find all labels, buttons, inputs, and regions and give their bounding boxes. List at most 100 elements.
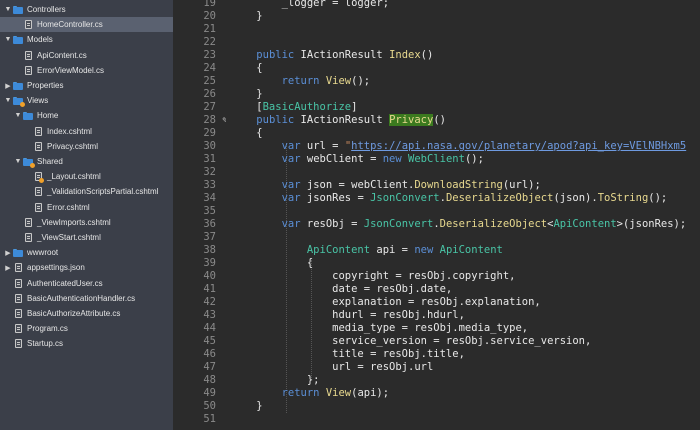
tree-item[interactable]: ApiContent.cs [0,48,173,63]
tree-item-label: BasicAuthenticationHandler.cs [27,293,136,303]
code-token: JsonConvert [363,218,434,230]
tree-item-label: wwwroot [27,248,59,258]
tree-item[interactable]: Program.cs [0,321,173,336]
code-line: return View(api); [231,387,390,400]
tree-item[interactable]: ▼ Controllers [0,2,173,17]
code-token: return [281,387,320,399]
code-token: Index [389,49,421,61]
file-icon [35,187,42,197]
line-number: 19 [203,0,216,9]
tree-item[interactable]: ▶ Properties [0,78,173,93]
tree-item-label: BasicAuthorizeAttribute.cs [27,309,121,318]
code-token: DeserializeObject [445,192,554,204]
code-line: service_version = resObj.service_version… [231,335,591,348]
code-line: public IActionResult Privacy() [231,114,446,127]
file-icon [15,278,22,288]
tree-item[interactable]: ErrorViewModel.cs [0,63,173,78]
line-number: 26 [203,88,216,100]
tree-item-label: Properties [27,81,64,90]
tree-item[interactable]: ▼ Shared [0,154,173,169]
tree-item-label: Program.cs [27,324,68,334]
code-line: var jsonRes = JsonConvert.DeserializeObj… [231,192,668,205]
tree-item[interactable]: _ViewStart.cshtml [0,230,173,245]
disclosure-collapsed-icon[interactable]: ▶ [4,82,12,90]
code-token: new [414,244,434,256]
tree-item[interactable]: Startup.cs [0,336,173,351]
tree-item[interactable]: ▶ appsettings.json [0,260,173,275]
tree-item[interactable]: BasicAuthorizeAttribute.cs [0,306,173,321]
tree-item[interactable]: Privacy.cshtml [0,139,173,154]
code-token: (); [464,153,484,165]
modified-badge-icon [39,178,44,184]
modified-badge-icon [20,101,25,107]
code-token: var [281,192,301,204]
tree-item[interactable]: ▼ Models [0,32,173,47]
tree-item[interactable]: ▼ Home [0,108,173,123]
code-line: var resObj = JsonConvert.DeserializeObje… [231,218,687,231]
code-token: IActionResult [294,49,390,61]
disclosure-expanded-icon[interactable]: ▼ [4,36,12,43]
line-number: 20 [203,10,216,22]
disclosure-expanded-icon[interactable]: ▼ [14,112,22,119]
code-token: ApiContent [439,244,503,256]
code-editor[interactable]: _logger = logger; } public IActionResult… [226,0,700,430]
tree-item[interactable]: _ValidationScriptsPartial.cshtml [0,184,173,199]
line-number: 25 [203,75,216,87]
tree-item[interactable]: Error.cshtml [0,200,173,215]
tree-item[interactable]: AuthenticatedUser.cs [0,276,173,291]
code-token: var [281,179,301,191]
code-token: media_type = resObj.media_type, [231,322,529,334]
folder-icon [13,248,23,257]
disclosure-expanded-icon[interactable]: ▼ [4,97,12,104]
tree-item-label: Index.cshtml [47,126,92,136]
code-line: }; [231,374,320,387]
code-token: DownloadString [414,179,503,191]
tree-item-label: appsettings.json [27,263,85,273]
line-number: 40 [203,270,216,282]
tree-item[interactable]: ▶ wwwroot [0,245,173,260]
code-token: new [382,153,402,165]
tree-item[interactable]: BasicAuthenticationHandler.cs [0,291,173,306]
tree-item-label: Models [27,35,53,45]
code-token[interactable]: https://api.nasa.gov/planetary/apod?api_… [351,140,686,152]
line-number: 41 [203,283,216,295]
tree-item[interactable]: Index.cshtml [0,124,173,139]
line-number: 23 [203,49,216,61]
disclosure-expanded-icon[interactable]: ▼ [14,158,22,165]
tree-item-label: _ValidationScriptsPartial.cshtml [47,187,159,197]
file-icon [15,339,22,349]
tree-item[interactable]: HomeController.cs [0,17,173,33]
code-line: url = resObj.url [231,361,433,374]
folder-icon [23,111,33,120]
tree-item[interactable]: _Layout.cshtml [0,169,173,184]
code-token: IActionResult [294,114,390,126]
solution-explorer: ▼ Controllers HomeController.cs ▼ Models ApiC… [0,0,173,430]
line-number: 22 [203,36,216,48]
code-token: var [281,140,301,152]
code-token: var [281,218,301,230]
tree-item-label: Privacy.cshtml [47,141,98,151]
code-token: service_version = resObj.service_version… [231,335,592,347]
disclosure-collapsed-icon[interactable]: ▶ [4,249,12,257]
line-number: 37 [203,231,216,243]
tree-item[interactable]: ▼ Views [0,93,173,108]
code-line: { [231,62,262,75]
disclosure-collapsed-icon[interactable]: ▶ [4,264,12,272]
code-token: var [281,153,301,165]
line-number: 51 [203,413,216,425]
code-line: _logger = logger; [231,0,389,10]
disclosure-expanded-icon[interactable]: ▼ [4,6,12,13]
tree-item-label: Startup.cs [27,339,64,349]
tree-item[interactable]: _ViewImports.cshtml [0,215,173,230]
code-token: () [420,49,434,61]
line-number: 48 [203,374,216,386]
code-token: [ [231,101,263,113]
code-token: } [231,400,263,412]
code-token: } [231,10,263,22]
file-icon [25,217,32,227]
code-token: } [231,88,263,100]
tree-item-label: _Layout.cshtml [47,172,101,182]
line-number: 46 [203,348,216,360]
